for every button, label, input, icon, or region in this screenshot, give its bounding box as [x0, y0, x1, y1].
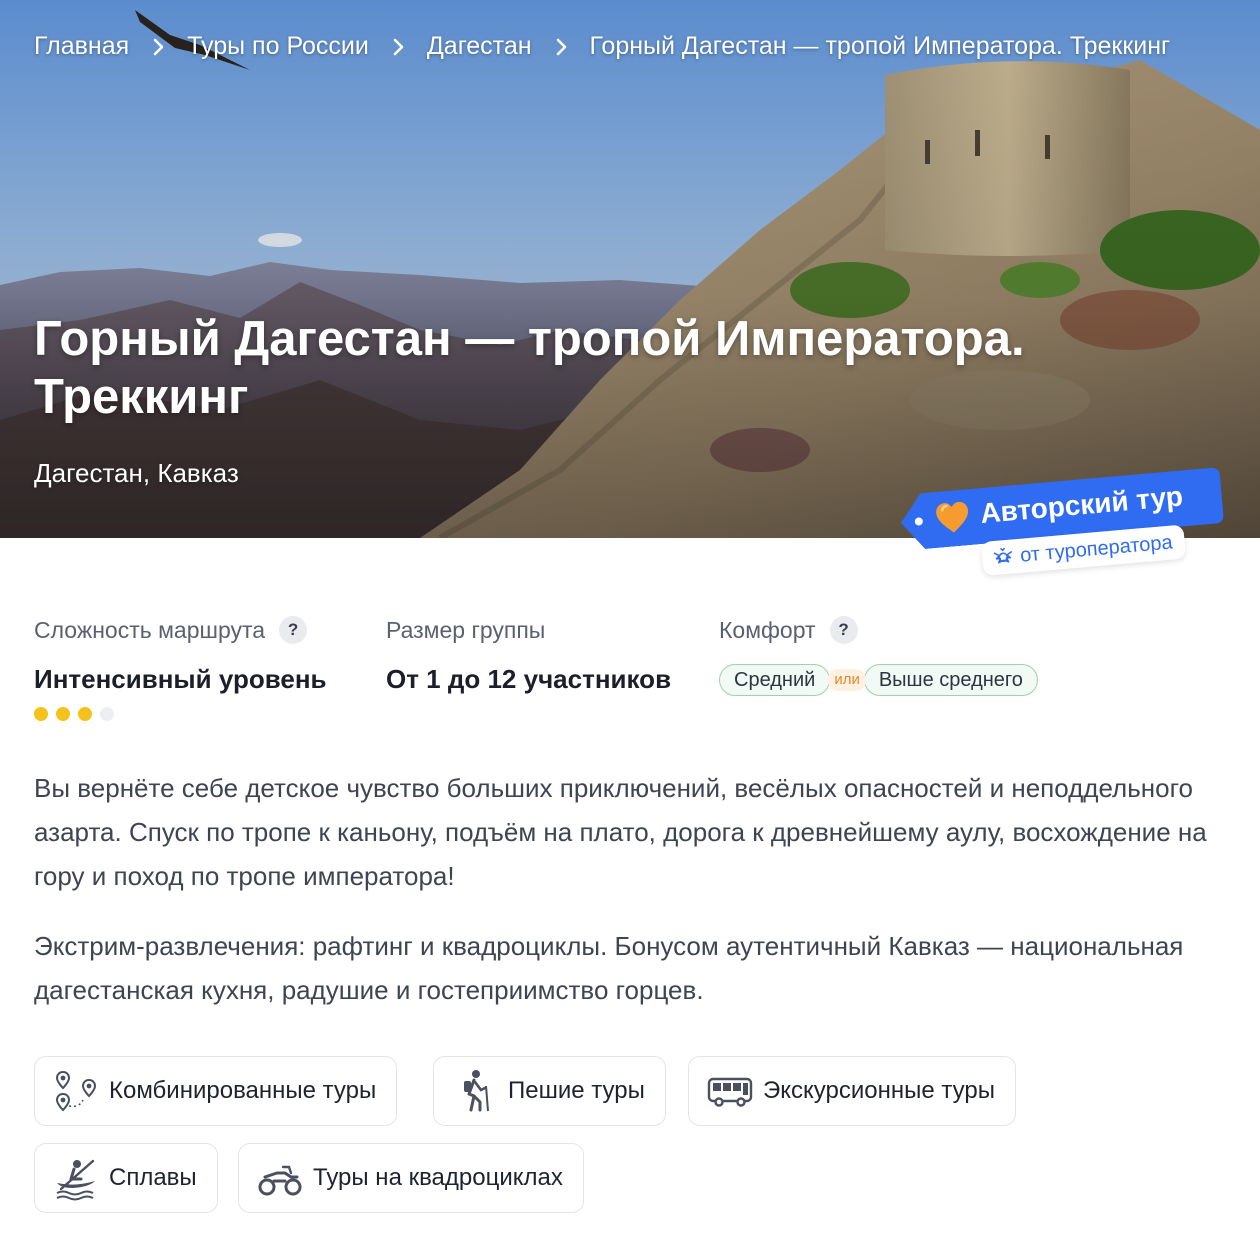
breadcrumb-current: Горный Дагестан — тропой Императора. Тре…: [589, 32, 1171, 60]
category-combined-tours[interactable]: Комбинированные туры: [34, 1056, 398, 1126]
difficulty-dot-empty: [100, 707, 114, 721]
comfort-chip-above-medium: Выше среднего: [863, 664, 1038, 696]
difficulty-help-icon[interactable]: ?: [279, 616, 308, 644]
breadcrumb-dagestan[interactable]: Дагестан: [427, 32, 532, 61]
comfort-or-label: или: [828, 669, 866, 691]
category-hiking-tours[interactable]: Пешие туры: [433, 1056, 666, 1126]
category-rafting[interactable]: Сплавы: [34, 1143, 218, 1213]
description-paragraph-2: Экстрим-развлечения: рафтинг и квадроцик…: [34, 931, 1184, 1005]
tour-facts: Сложность маршрута ? Интенсивный уровень…: [34, 612, 1234, 732]
route-pins-icon: [55, 1070, 97, 1112]
comfort-help-icon[interactable]: ?: [829, 616, 858, 644]
bus-icon: [707, 1077, 753, 1107]
comfort-options: Средний или Выше среднего: [719, 664, 1038, 696]
atv-icon: [258, 1165, 302, 1196]
comfort-fact: Комфорт ? Средний или Выше среднего: [719, 612, 1038, 696]
hero-banner: Главная Туры по России Дагестан Горный Д…: [0, 0, 1260, 538]
chevron-right-icon: [393, 38, 404, 55]
category-label: Экскурсионные туры: [763, 1077, 995, 1104]
breadcrumb-russia-tours[interactable]: Туры по России: [187, 32, 369, 61]
difficulty-dot-filled: [78, 707, 92, 721]
orange-heart-icon: [936, 501, 969, 533]
tour-description: Вы вернёте себе детское чувство больших …: [34, 766, 1224, 1038]
comfort-label: Комфорт: [719, 616, 816, 643]
group-size-value: От 1 до 12 участников: [386, 664, 672, 694]
difficulty-dot-filled: [34, 707, 48, 721]
page-title: Горный Дагестан — тропой Императора. Тре…: [34, 312, 1025, 424]
category-label: Сплавы: [109, 1164, 197, 1191]
category-label: Комбинированные туры: [109, 1077, 377, 1104]
group-size-fact: Размер группы От 1 до 12 участников: [386, 612, 671, 695]
category-label: Туры на квадроциклах: [313, 1164, 563, 1191]
breadcrumb-home[interactable]: Главная: [34, 32, 129, 61]
difficulty-value: Интенсивный уровень: [34, 664, 327, 694]
tour-region: Дагестан, Кавказ: [34, 458, 239, 488]
group-size-label: Размер группы: [386, 616, 546, 643]
difficulty-fact: Сложность маршрута ? Интенсивный уровень: [34, 612, 327, 721]
category-excursion-tours[interactable]: Экскурсионные туры: [688, 1056, 1016, 1126]
chevron-right-icon: [556, 38, 566, 55]
breadcrumb: Главная Туры по России Дагестан Горный Д…: [34, 32, 1170, 61]
comfort-chip-medium: Средний: [719, 664, 831, 696]
hiker-icon: [464, 1070, 489, 1112]
badge-subtitle: от туроператора: [1019, 531, 1174, 567]
category-atv-tours[interactable]: Туры на квадроциклах: [238, 1143, 584, 1213]
difficulty-level-indicator: [34, 707, 327, 721]
chevron-right-icon: [153, 38, 164, 55]
category-label: Пешие туры: [508, 1077, 645, 1104]
kayak-icon: [56, 1159, 95, 1201]
eagle-emblem-icon: [993, 547, 1013, 564]
difficulty-label: Сложность маршрута: [34, 616, 266, 643]
difficulty-dot-filled: [56, 707, 70, 721]
description-paragraph-1: Вы вернёте себе детское чувство больших …: [34, 773, 1207, 891]
